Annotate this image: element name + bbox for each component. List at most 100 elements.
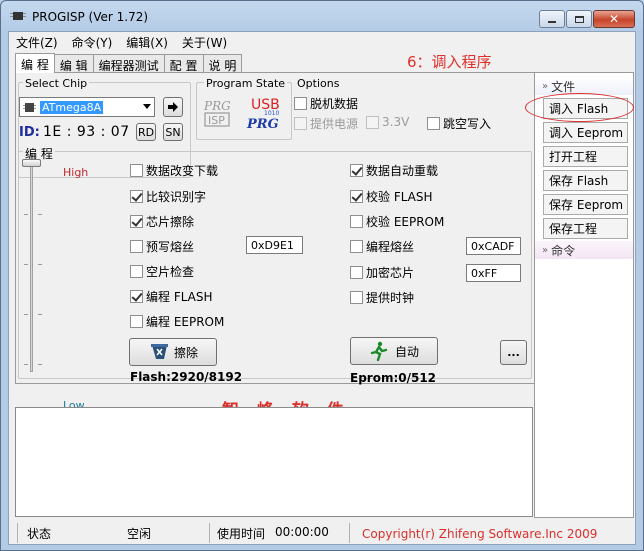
check-provide-clock[interactable]: 提供时钟	[350, 289, 414, 306]
checkbox[interactable]	[350, 190, 363, 203]
highlight-ellipse	[525, 93, 634, 122]
menu-edit[interactable]: 编辑(X)	[119, 32, 175, 52]
menu-file[interactable]: 文件(Z)	[9, 32, 65, 52]
speed-slider-track[interactable]	[30, 162, 33, 372]
status-separator	[17, 523, 18, 543]
check-download-on-change[interactable]: 数据改变下载	[130, 162, 218, 179]
check-program-fuse[interactable]: 编程熔丝	[350, 238, 414, 255]
chip-dropdown[interactable]: ATmega8A	[19, 97, 155, 117]
check-lock-chip[interactable]: 加密芯片	[350, 264, 414, 281]
window-title: PROGISP (Ver 1.72)	[32, 10, 149, 24]
open-project-button[interactable]: 打开工程	[543, 146, 628, 167]
option-skip-empty-write[interactable]: 跳空写入	[427, 115, 491, 132]
svg-text:PRG: PRG	[203, 99, 231, 113]
file-section-label: 文件	[551, 79, 576, 94]
option-offline-data[interactable]: 脱机数据	[294, 95, 358, 112]
program-state-label: Program State	[204, 77, 288, 90]
save-flash-button[interactable]: 保存 Flash	[543, 170, 628, 191]
side-panel: » 文件 调入 Flash 调入 Eeprom 打开工程 保存 Flash 保存…	[534, 72, 634, 518]
option-label: 脱机数据	[310, 97, 359, 111]
prewrite-fuse-input[interactable]: 0xD9E1	[246, 236, 303, 254]
checkbox[interactable]	[130, 290, 143, 303]
slider-tick	[38, 314, 42, 315]
check-blank-check[interactable]: 空片检查	[130, 263, 194, 280]
tab-programmer-test[interactable]: 编程器测试	[92, 54, 165, 73]
checkbox[interactable]	[366, 115, 379, 129]
title-bar[interactable]: PROGISP (Ver 1.72) ✕	[1, 1, 643, 31]
save-project-button[interactable]: 保存工程	[543, 218, 628, 239]
save-eeprom-button[interactable]: 保存 Eeprom	[543, 194, 628, 215]
read-id-button[interactable]: RD	[136, 123, 156, 141]
checkbox[interactable]	[130, 215, 143, 228]
checkbox[interactable]	[294, 97, 307, 110]
option-3v3[interactable]: 3.3V	[366, 115, 409, 129]
check-label: 芯片擦除	[146, 215, 195, 229]
checkbox[interactable]	[130, 265, 143, 278]
menu-bar: 文件(Z) 命令(Y) 编辑(X) 关于(W)	[9, 32, 635, 52]
check-label: 比较识别字	[146, 190, 207, 204]
checkbox[interactable]	[130, 164, 143, 177]
checkbox[interactable]	[130, 315, 143, 328]
client-area: 文件(Z) 命令(Y) 编辑(X) 关于(W) 编 程 编 辑 编程器测试 配 …	[8, 31, 636, 545]
tab-edit[interactable]: 编 辑	[53, 54, 94, 73]
check-program-flash[interactable]: 编程 FLASH	[130, 288, 213, 305]
serial-number-button[interactable]: SN	[163, 123, 183, 141]
checkbox[interactable]	[350, 291, 363, 304]
tab-help[interactable]: 说 明	[202, 54, 243, 73]
check-prewrite-fuse[interactable]: 预写熔丝	[130, 238, 194, 255]
slider-tick	[38, 214, 42, 215]
chip-go-button[interactable]	[163, 97, 183, 117]
check-label: 加密芯片	[366, 266, 415, 280]
check-auto-reload[interactable]: 数据自动重载	[350, 162, 438, 179]
watermark-clip: 智 峰 软 件	[222, 398, 382, 407]
svg-text:1010: 1010	[264, 110, 279, 117]
load-eeprom-button[interactable]: 调入 Eeprom	[543, 122, 628, 143]
check-compare-signature[interactable]: 比较识别字	[130, 188, 206, 205]
check-verify-eeprom[interactable]: 校验 EEPROM	[350, 213, 444, 230]
option-power-supply[interactable]: 提供电源	[294, 115, 358, 132]
checkbox[interactable]	[130, 240, 143, 253]
option-label: 3.3V	[382, 115, 410, 129]
erase-button-label: 擦除	[173, 345, 198, 360]
more-options-button[interactable]: ...	[500, 340, 527, 365]
program-fuse-input[interactable]: 0xCADF	[466, 237, 521, 255]
check-label: 校验 EEPROM	[366, 215, 445, 229]
annotation-line1: 6：调入程序	[407, 53, 492, 71]
check-program-eeprom[interactable]: 编程 EEPROM	[130, 313, 224, 330]
auto-button[interactable]: 自动	[350, 337, 438, 365]
checkbox[interactable]	[350, 215, 363, 228]
minimize-button[interactable]	[539, 10, 565, 28]
tab-config[interactable]: 配 置	[163, 54, 204, 73]
close-button[interactable]: ✕	[593, 10, 635, 28]
erase-button[interactable]: 擦除	[129, 338, 217, 366]
eraser-icon	[150, 344, 168, 359]
check-verify-flash[interactable]: 校验 FLASH	[350, 188, 433, 205]
speed-slider-thumb[interactable]	[22, 159, 41, 167]
slider-tick	[24, 214, 28, 215]
tab-program[interactable]: 编 程	[15, 53, 55, 73]
check-chip-erase[interactable]: 芯片擦除	[130, 213, 194, 230]
check-label: 编程 EEPROM	[146, 315, 225, 329]
checkbox[interactable]	[427, 117, 440, 130]
checkbox[interactable]	[350, 266, 363, 279]
menu-command[interactable]: 命令(Y)	[65, 32, 120, 52]
checkbox[interactable]	[350, 240, 363, 253]
log-output-area[interactable]	[15, 407, 533, 517]
checkbox[interactable]	[130, 190, 143, 203]
checkbox[interactable]	[350, 164, 363, 177]
command-section-header[interactable]: » 命令	[535, 241, 633, 259]
menu-about[interactable]: 关于(W)	[175, 32, 234, 52]
tab-strip: 编 程 编 辑 编程器测试 配 置 说 明	[15, 53, 243, 73]
prg-isp-logo: PRG ISP	[202, 96, 234, 130]
check-label: 提供时钟	[366, 291, 415, 305]
check-label: 预写熔丝	[146, 240, 195, 254]
chip-id-value: 1E : 93 : 07	[43, 124, 130, 140]
usb-prg-logo: USB 1010 PRG	[244, 95, 284, 133]
check-label: 校验 FLASH	[366, 190, 433, 204]
runner-icon	[370, 341, 388, 361]
maximize-button[interactable]	[566, 10, 592, 28]
flash-usage: Flash:2920/8192	[130, 370, 243, 384]
status-label: 状态	[27, 527, 52, 541]
lock-bits-input[interactable]: 0xFF	[466, 264, 521, 282]
checkbox[interactable]	[294, 117, 307, 130]
